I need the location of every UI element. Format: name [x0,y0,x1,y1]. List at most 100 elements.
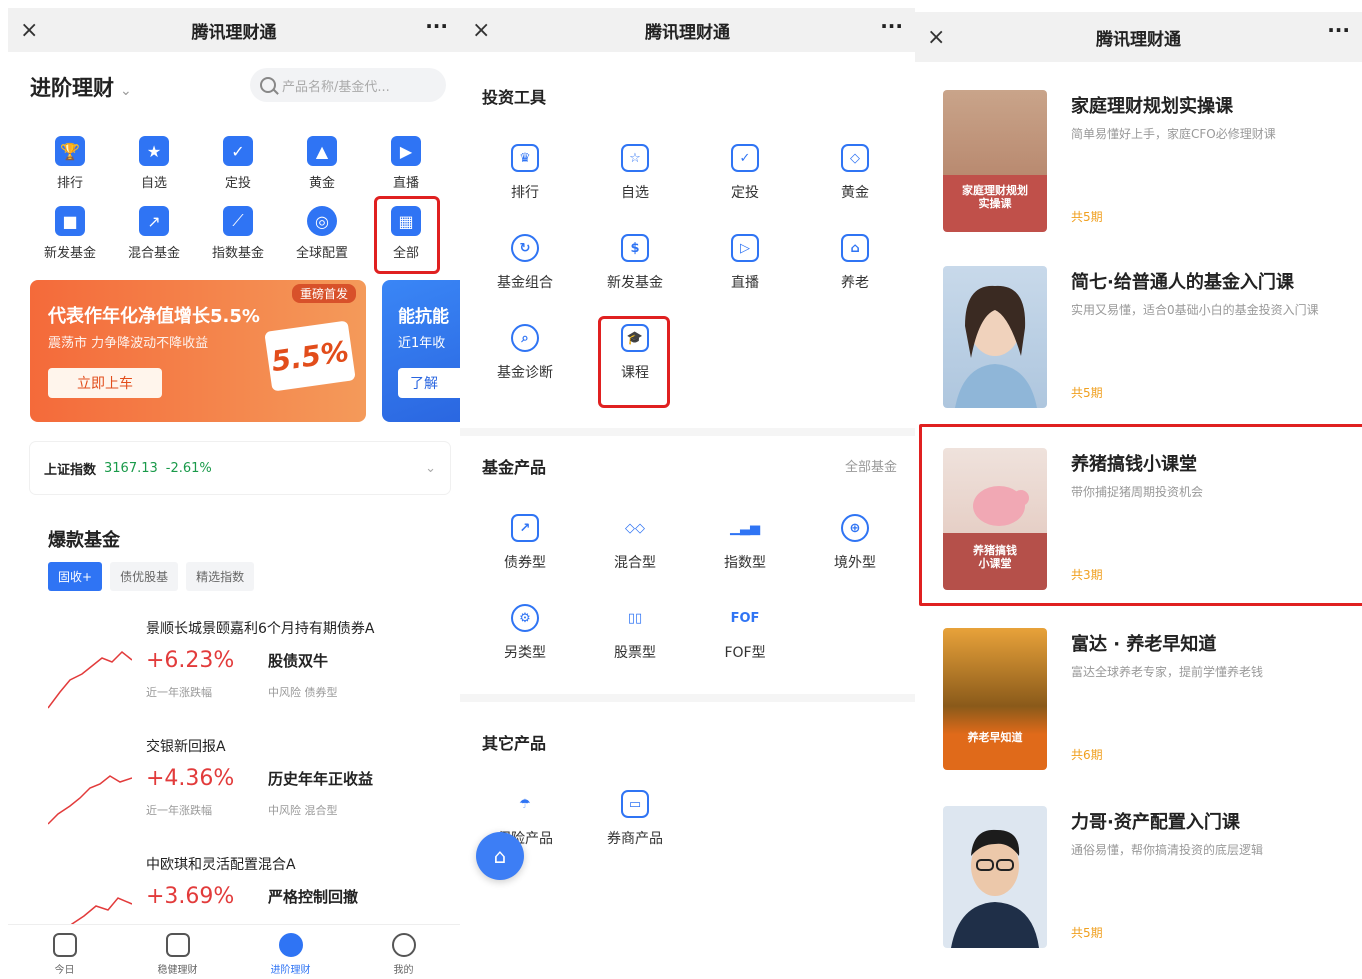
divider [460,428,915,436]
close-icon[interactable]: × [20,18,38,43]
gold-icon: ▲ [307,136,337,166]
star-icon: ★ [139,136,169,166]
banner-subtitle: 震荡市 力争降波动不降收益 [48,336,209,351]
nav-mine[interactable]: 我的 [347,925,460,979]
section-title: 其它产品 [482,734,547,753]
quick-item-watchlist[interactable]: ★ 自选 [112,132,196,194]
quick-item-auto-invest[interactable]: ✓ 定投 [196,132,280,194]
tab-bond-stock[interactable]: 债优股基 [110,562,179,591]
close-icon[interactable]: × [472,18,490,43]
divider [460,694,915,702]
quick-item-gold[interactable]: ▲ 黄金 [280,132,364,194]
panel-courses: × 腾讯理财通 ··· 家庭理财规划 实操课 家庭理财规划实操课 简单易懂好上手… [915,0,1362,979]
home-fab-button[interactable]: ⌂ [476,832,524,880]
course-item[interactable]: 养老早知道 富达 · 养老早知道 富达全球养老专家，提前学懂养老钱 共6期 [915,628,1362,806]
banner-percent: 5.5% [264,320,356,392]
chevron-down-icon[interactable]: ⌄ [425,461,436,476]
tool-pension[interactable]: ⌂ 养老 [800,226,910,296]
tool-portfolio[interactable]: ↻ 基金组合 [470,226,580,296]
ticket-icon: ▭ [621,790,649,818]
quick-item-new-funds[interactable]: ■ 新发基金 [28,202,112,264]
section-title: 基金产品 [482,458,547,477]
course-thumbnail: 养老早知道 [943,628,1047,770]
fund-type-stock[interactable]: ▯▯ 股票型 [580,596,690,666]
banner2-button[interactable]: 了解 [398,368,460,398]
more-icon[interactable]: ··· [880,14,903,38]
trend-icon [278,933,303,957]
live-icon: ▷ [731,234,759,262]
tool-label: 基金诊断 [497,365,553,381]
nav-advanced[interactable]: 进阶理财 [234,925,347,979]
section-title: 投资工具 [482,88,547,107]
tool-new-funds[interactable]: $ 新发基金 [580,226,690,296]
quick-item-mixed-funds[interactable]: ↗ 混合基金 [112,202,196,264]
highlight-box [919,424,1362,606]
highlight-box [374,196,440,274]
fund-type-index[interactable]: ▁▃▅ 指数型 [690,506,800,576]
quick-item-index-funds[interactable]: ⟋ 指数基金 [196,202,280,264]
page-title-dropdown[interactable]: 进阶理财 ⌄ [30,72,132,102]
quick-item-label: 全球配置 [295,246,348,261]
fund-item[interactable]: 景顺长城景颐嘉利6个月持有期债券A +6.23% 近一年涨跌幅 股债双牛 中风险… [48,612,448,728]
fund-type-label: 债券型 [504,555,546,571]
more-icon[interactable]: ··· [1327,18,1350,42]
fund-type-label: FOF型 [724,645,766,661]
tool-auto-invest[interactable]: ✓ 定投 [690,136,800,206]
index-chart-icon: ⟋ [223,206,253,236]
close-icon[interactable]: × [927,25,945,50]
banner-button[interactable]: 立即上车 [48,368,162,398]
chevron-down-icon: ⌄ [120,83,132,99]
course-item[interactable]: 简七·给普通人的基金入门课 实用又易懂，适合0基础小白的基金投资入门课 共5期 [915,266,1362,444]
person-portrait-icon [955,285,1037,408]
fund-type-overseas[interactable]: ⊕ 境外型 [800,506,910,576]
fund-type-alternative[interactable]: ⚙ 另类型 [470,596,580,666]
tool-watchlist[interactable]: ☆ 自选 [580,136,690,206]
fund-type-bond[interactable]: ↗ 债券型 [470,506,580,576]
quick-item-label: 指数基金 [211,246,264,261]
quick-item-global[interactable]: ◎ 全球配置 [280,202,364,264]
tab-selected-index[interactable]: 精选指数 [186,562,255,591]
app-title: 腾讯理财通 [1096,29,1181,50]
nav-label: 我的 [393,965,414,976]
quick-item-ranking[interactable]: 🏆 排行 [28,132,112,194]
thumbnail-caption: 家庭理财规划 实操课 [962,184,1028,210]
course-item[interactable]: 力哥·资产配置入门课 通俗易懂，帮你搞清投资的底层逻辑 共5期 [915,806,1362,979]
all-funds-link[interactable]: 全部基金 [845,456,897,475]
tool-live[interactable]: ▷ 直播 [690,226,800,296]
tool-gold[interactable]: ◇ 黄金 [800,136,910,206]
fund-item[interactable]: 交银新回报A +4.36% 近一年涨跌幅 历史年年正收益 中风险 混合型 [48,730,448,846]
bag-icon: $ [621,234,649,262]
course-title: 力哥·资产配置入门课 [1071,812,1240,833]
course-title: 简七·给普通人的基金入门课 [1071,272,1294,293]
index-value: 3167.13 [104,460,158,476]
fund-tagline: 股债双牛 [268,652,329,670]
promo-banner-secondary[interactable]: 能抗能 近1年收 了解 [382,280,460,422]
index-name: 上证指数 [44,462,97,478]
trophy-icon: 🏆 [55,136,85,166]
promo-banner[interactable]: 重磅首发 代表作年化净值增长5.5% 震荡市 力争降波动不降收益 立即上车 5.… [30,280,366,422]
search-input[interactable]: 产品名称/基金代... [250,68,446,102]
product-brokerage[interactable]: ▭ 券商产品 [580,782,690,852]
panel-advanced-finance: × 腾讯理财通 ··· 进阶理财 ⌄ 产品名称/基金代... 🏆 排行 ★ 自选 ✓ 定… [8,0,460,979]
more-icon[interactable]: ··· [425,14,448,38]
nav-label: 进阶理财 [270,965,311,976]
nav-today[interactable]: 今日 [8,925,121,979]
trophy-icon: ♛ [511,144,539,172]
course-item[interactable]: 家庭理财规划 实操课 家庭理财规划实操课 简单易懂好上手，家庭CFO必修理财课 … [915,90,1362,268]
thumbnail-caption: 养老早知道 [967,731,1023,744]
fund-rate-label: 近一年涨跌幅 [146,686,212,699]
market-index-row[interactable]: 上证指数 3167.13 -2.61% ⌄ [30,442,450,494]
fund-rate-label: 近一年涨跌幅 [146,804,212,817]
fund-type-mixed[interactable]: ◇◇ 混合型 [580,506,690,576]
tool-ranking[interactable]: ♛ 排行 [470,136,580,206]
magnifier-chart-icon: ⌕ [511,324,539,352]
tab-fixed-income-plus[interactable]: 固收+ [48,562,103,591]
home-icon [52,933,77,957]
tools-grid: ♛ 排行 ☆ 自选 ✓ 定投 ◇ 黄金 ↻ 基金组合 $ 新发基金 ▷ 直播 ⌂ 养老 ⌕ 基金诊… [470,136,910,386]
top-bar: × 腾讯理财通 ··· [8,8,460,52]
fund-type-fof[interactable]: FOF FOF型 [690,596,800,666]
quick-item-live[interactable]: ▶ 直播 [364,132,448,194]
course-episodes: 共6期 [1071,748,1103,762]
tool-diagnosis[interactable]: ⌕ 基金诊断 [470,316,580,386]
nav-steady[interactable]: 稳健理财 [121,925,234,979]
